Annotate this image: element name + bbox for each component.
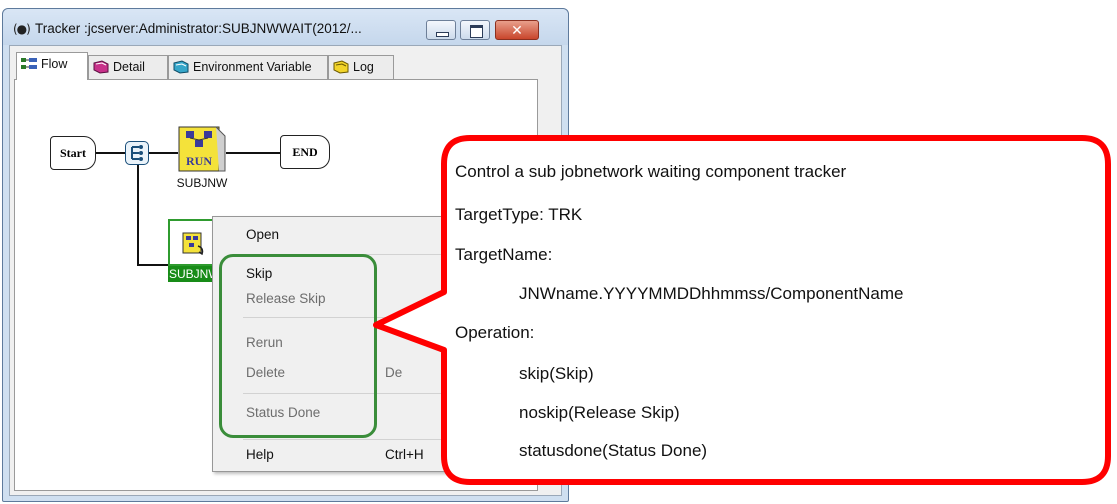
flow-edge: [137, 165, 139, 265]
tab-environment-variable[interactable]: Environment Variable: [168, 55, 328, 79]
menu-separator: [243, 439, 467, 440]
tab-environment-label: Environment Variable: [193, 60, 312, 74]
menu-item-open-label: Open: [246, 227, 280, 242]
flow-icon: [21, 58, 37, 69]
subjnw-label: SUBJNW: [176, 176, 228, 190]
flow-edge: [96, 152, 125, 154]
end-node[interactable]: END: [280, 135, 330, 169]
tab-detail-label: Detail: [113, 60, 145, 74]
close-button[interactable]: ✕: [495, 20, 539, 40]
tab-log-label: Log: [353, 60, 374, 74]
app-icon: (●): [13, 22, 31, 36]
callout-target-type: TargetType: TRK: [455, 205, 583, 224]
title-bar[interactable]: (●) Tracker :jcserver:Administrator:SUBJ…: [3, 9, 568, 45]
maximize-button[interactable]: [460, 20, 490, 40]
tab-flow-label: Flow: [41, 57, 68, 71]
flow-edge: [137, 264, 168, 266]
menu-item-help-shortcut: Ctrl+H: [385, 447, 424, 462]
callout-op-skip: skip(Skip): [519, 364, 594, 383]
callout-heading: Control a sub jobnetwork waiting compone…: [455, 162, 847, 181]
tab-flow[interactable]: Flow: [16, 52, 88, 80]
menu-item-help[interactable]: Help Ctrl+H: [213, 442, 469, 468]
callout-target-name: TargetName:: [455, 245, 553, 264]
close-icon: ✕: [511, 22, 523, 38]
branch-icon[interactable]: [125, 141, 149, 165]
tab-detail[interactable]: Detail: [88, 55, 168, 79]
menu-item-help-label: Help: [246, 447, 274, 462]
callout-text: Control a sub jobnetwork waiting compone…: [455, 148, 1105, 478]
subjnw-waiting-node[interactable]: [168, 219, 216, 266]
menu-item-delete-shortcut: De: [385, 365, 403, 380]
menu-item-open[interactable]: Open: [213, 222, 469, 248]
log-icon: [333, 60, 349, 74]
subjobnetwork-icon[interactable]: RUN: [178, 126, 226, 172]
run-badge: RUN: [186, 154, 212, 168]
minimize-button[interactable]: [426, 20, 456, 40]
window-title: Tracker :jcserver:Administrator:SUBJNWWA…: [35, 21, 362, 36]
waiting-component-icon: [182, 232, 204, 256]
callout-target-name-value: JNWname.YYYYMMDDhhmmss/ComponentName: [519, 284, 904, 303]
waiting-node-label: SUBJNW: [168, 266, 218, 282]
detail-icon: [93, 60, 109, 74]
environment-icon: [173, 60, 189, 74]
callout-op-statusdone: statusdone(Status Done): [519, 441, 708, 460]
highlight-outline: [219, 254, 377, 438]
callout-operation: Operation:: [455, 323, 535, 342]
tab-log[interactable]: Log: [328, 55, 394, 79]
start-node[interactable]: Start: [50, 136, 96, 170]
flow-edge: [149, 152, 178, 154]
branch-glyph-icon: [131, 145, 143, 161]
callout-op-noskip: noskip(Release Skip): [519, 403, 680, 422]
flow-edge: [226, 152, 280, 154]
